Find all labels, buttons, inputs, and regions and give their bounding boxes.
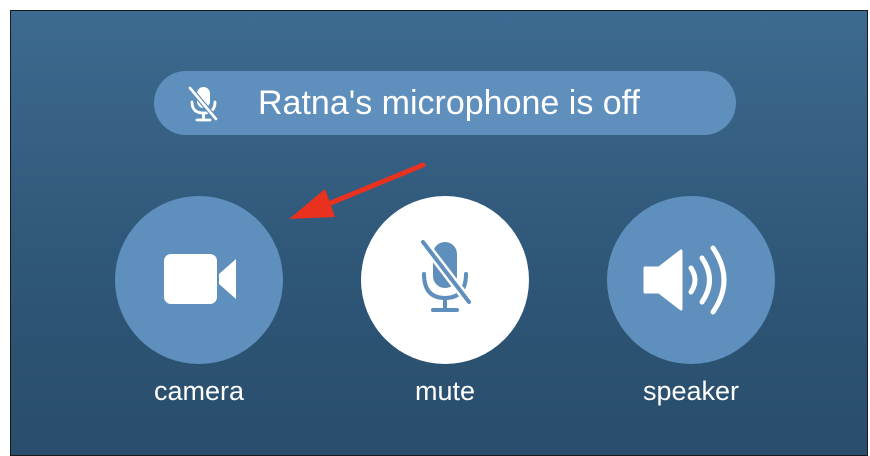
speaker-icon [643,245,727,315]
mute-label: mute [414,376,476,406]
mute-control: mute [361,196,529,406]
banner-text: Ratna's microphone is off [258,84,640,122]
microphone-slash-icon [419,239,473,312]
speaker-label: speaker [642,376,740,406]
call-screen: Ratna's microphone is off camera mute sp… [10,10,868,456]
video-camera-icon [164,254,236,304]
camera-button[interactable] [115,196,283,364]
speaker-button[interactable] [607,196,775,364]
microphone-slash-icon [188,86,218,122]
microphone-off-banner: Ratna's microphone is off [154,71,736,135]
mute-button[interactable] [361,196,529,364]
camera-control: camera [115,196,283,406]
speaker-control: speaker [607,196,775,406]
camera-label: camera [153,376,245,406]
